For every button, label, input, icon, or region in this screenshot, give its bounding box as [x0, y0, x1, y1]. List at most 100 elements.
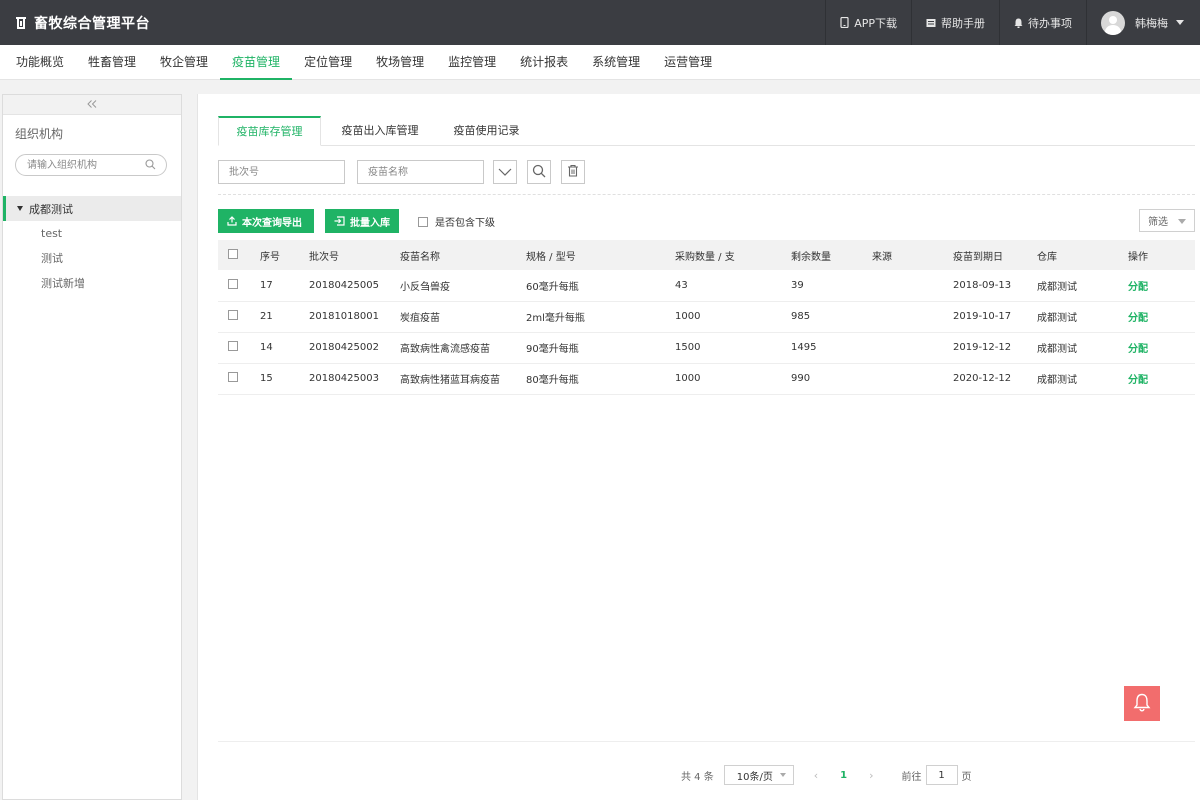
clear-button[interactable] [561, 160, 585, 184]
assign-link[interactable]: 分配 [1128, 344, 1148, 355]
checkbox[interactable] [418, 216, 428, 227]
nav-item-vaccine[interactable]: 疫苗管理 [220, 45, 293, 80]
col-header-no[interactable]: 序号 [260, 240, 309, 270]
table-row: 15 20180425003 高致病性猪蓝耳病疫苗 80毫升每瓶 1000 99… [218, 363, 1195, 395]
book-icon [926, 18, 936, 28]
cell-operation: 分配 [1128, 270, 1195, 302]
nav-item-ranch-enterprise[interactable]: 牧企管理 [148, 45, 220, 80]
prev-page-button[interactable]: ‹ [814, 769, 818, 782]
cell-purchased: 1000 [675, 363, 791, 395]
col-header-remaining[interactable]: 剩余数量 [791, 240, 872, 270]
assign-link[interactable]: 分配 [1128, 282, 1148, 293]
row-checkbox[interactable] [228, 341, 238, 351]
export-query-button[interactable]: 本次查询导出 [218, 209, 314, 233]
user-menu[interactable]: 韩梅梅 [1086, 0, 1200, 45]
tree-node-root[interactable]: 成都测试 [3, 196, 181, 221]
expand-triangle-icon[interactable] [17, 206, 23, 211]
row-checkbox[interactable] [228, 310, 238, 320]
col-header-purchased[interactable]: 采购数量 / 支 [675, 240, 791, 270]
row-select-cell [218, 363, 260, 395]
cell-purchased: 1500 [675, 332, 791, 364]
page-size-label: 10条/页 [736, 771, 773, 783]
nav-item-ranch[interactable]: 牧场管理 [364, 45, 436, 80]
col-header-name[interactable]: 疫苗名称 [400, 240, 526, 270]
filter-select[interactable]: 筛选 [1139, 209, 1195, 232]
cell-remaining: 985 [791, 301, 872, 333]
floating-alert-button[interactable] [1124, 686, 1160, 721]
tree-node-child[interactable]: 测试新增 [3, 271, 181, 296]
cell-batch: 20180425003 [309, 363, 400, 395]
total-count: 共 4 条 [681, 771, 714, 783]
tab-vaccine-inventory[interactable]: 疫苗库存管理 [218, 116, 321, 146]
nav-item-overview[interactable]: 功能概览 [4, 45, 76, 80]
col-header-warehouse[interactable]: 仓库 [1037, 240, 1128, 270]
cell-operation: 分配 [1128, 332, 1195, 364]
nav-item-system[interactable]: 系统管理 [580, 45, 652, 80]
tree-node-child[interactable]: test [3, 221, 181, 246]
search-icon[interactable] [145, 159, 156, 173]
cell-expiry: 2018-09-13 [953, 270, 1037, 302]
page-number-current[interactable]: 1 [840, 770, 847, 781]
cell-batch: 20180425005 [309, 270, 400, 302]
batch-stock-in-button[interactable]: 批量入库 [325, 209, 399, 233]
cell-source [872, 270, 953, 302]
filter-row [218, 160, 585, 184]
row-select-cell [218, 301, 260, 333]
cell-source [872, 363, 953, 395]
col-header-batch[interactable]: 批次号 [309, 240, 400, 270]
app-download-button[interactable]: APP下载 [825, 0, 911, 45]
col-header-operation: 操作 [1128, 240, 1195, 270]
app-download-label: APP下载 [854, 16, 897, 30]
batch-number-input[interactable] [218, 160, 345, 184]
nav-item-location[interactable]: 定位管理 [292, 45, 364, 80]
col-header-source[interactable]: 来源 [872, 240, 953, 270]
select-all-checkbox[interactable] [228, 248, 238, 259]
expand-filter-button[interactable] [493, 160, 517, 184]
todo-button[interactable]: 待办事项 [999, 0, 1086, 45]
cell-operation: 分配 [1128, 363, 1195, 395]
cell-remaining: 39 [791, 270, 872, 302]
assign-link[interactable]: 分配 [1128, 375, 1148, 386]
chevron-down-icon [1176, 20, 1184, 25]
row-select-cell [218, 332, 260, 364]
nav-item-operations[interactable]: 运营管理 [652, 45, 724, 80]
search-button[interactable] [527, 160, 551, 184]
cell-name: 炭疽疫苗 [400, 301, 526, 333]
org-tree: 成都测试 test 测试 测试新增 [3, 196, 181, 296]
tab-vaccine-usage[interactable]: 疫苗使用记录 [439, 116, 534, 146]
tree-node-child[interactable]: 测试 [3, 246, 181, 271]
divider [218, 741, 1195, 742]
cell-purchased: 43 [675, 270, 791, 302]
next-page-button[interactable]: › [869, 769, 873, 782]
vaccine-name-input[interactable] [357, 160, 484, 184]
page-size-select[interactable]: 10条/页 [723, 765, 794, 785]
filter-select-label: 筛选 [1148, 217, 1168, 228]
cell-no: 15 [260, 363, 309, 395]
assign-link[interactable]: 分配 [1128, 313, 1148, 324]
col-header-expiry[interactable]: 疫苗到期日 [953, 240, 1037, 270]
caret-down-icon [779, 773, 786, 777]
sidebar-collapse-button[interactable] [3, 95, 181, 115]
col-header-spec[interactable]: 规格 / 型号 [526, 240, 675, 270]
goto-page-input[interactable] [925, 765, 958, 785]
org-search-input[interactable] [16, 155, 146, 175]
import-icon [334, 216, 345, 226]
tab-vaccine-in-out[interactable]: 疫苗出入库管理 [321, 116, 439, 146]
nav-item-livestock[interactable]: 牲畜管理 [76, 45, 148, 80]
bell-icon [1014, 18, 1023, 28]
page-unit-label: 页 [961, 771, 972, 783]
nav-item-statistics[interactable]: 统计报表 [508, 45, 580, 80]
table-row: 21 20181018001 炭疽疫苗 2ml毫升每瓶 1000 985 201… [218, 301, 1195, 333]
avatar [1101, 10, 1125, 35]
row-checkbox[interactable] [228, 372, 238, 382]
cell-spec: 90毫升每瓶 [526, 332, 675, 364]
cell-warehouse: 成都测试 [1037, 363, 1128, 395]
cell-name: 高致病性禽流感疫苗 [400, 332, 526, 364]
row-checkbox[interactable] [228, 278, 238, 289]
nav-item-monitor[interactable]: 监控管理 [436, 45, 508, 80]
help-manual-button[interactable]: 帮助手册 [911, 0, 999, 45]
app-logo[interactable]: 畜牧综合管理平台 [0, 0, 150, 45]
cell-expiry: 2019-10-17 [953, 301, 1037, 333]
include-sub-checkbox[interactable]: 是否包含下级 [418, 214, 495, 229]
help-manual-label: 帮助手册 [941, 16, 985, 30]
